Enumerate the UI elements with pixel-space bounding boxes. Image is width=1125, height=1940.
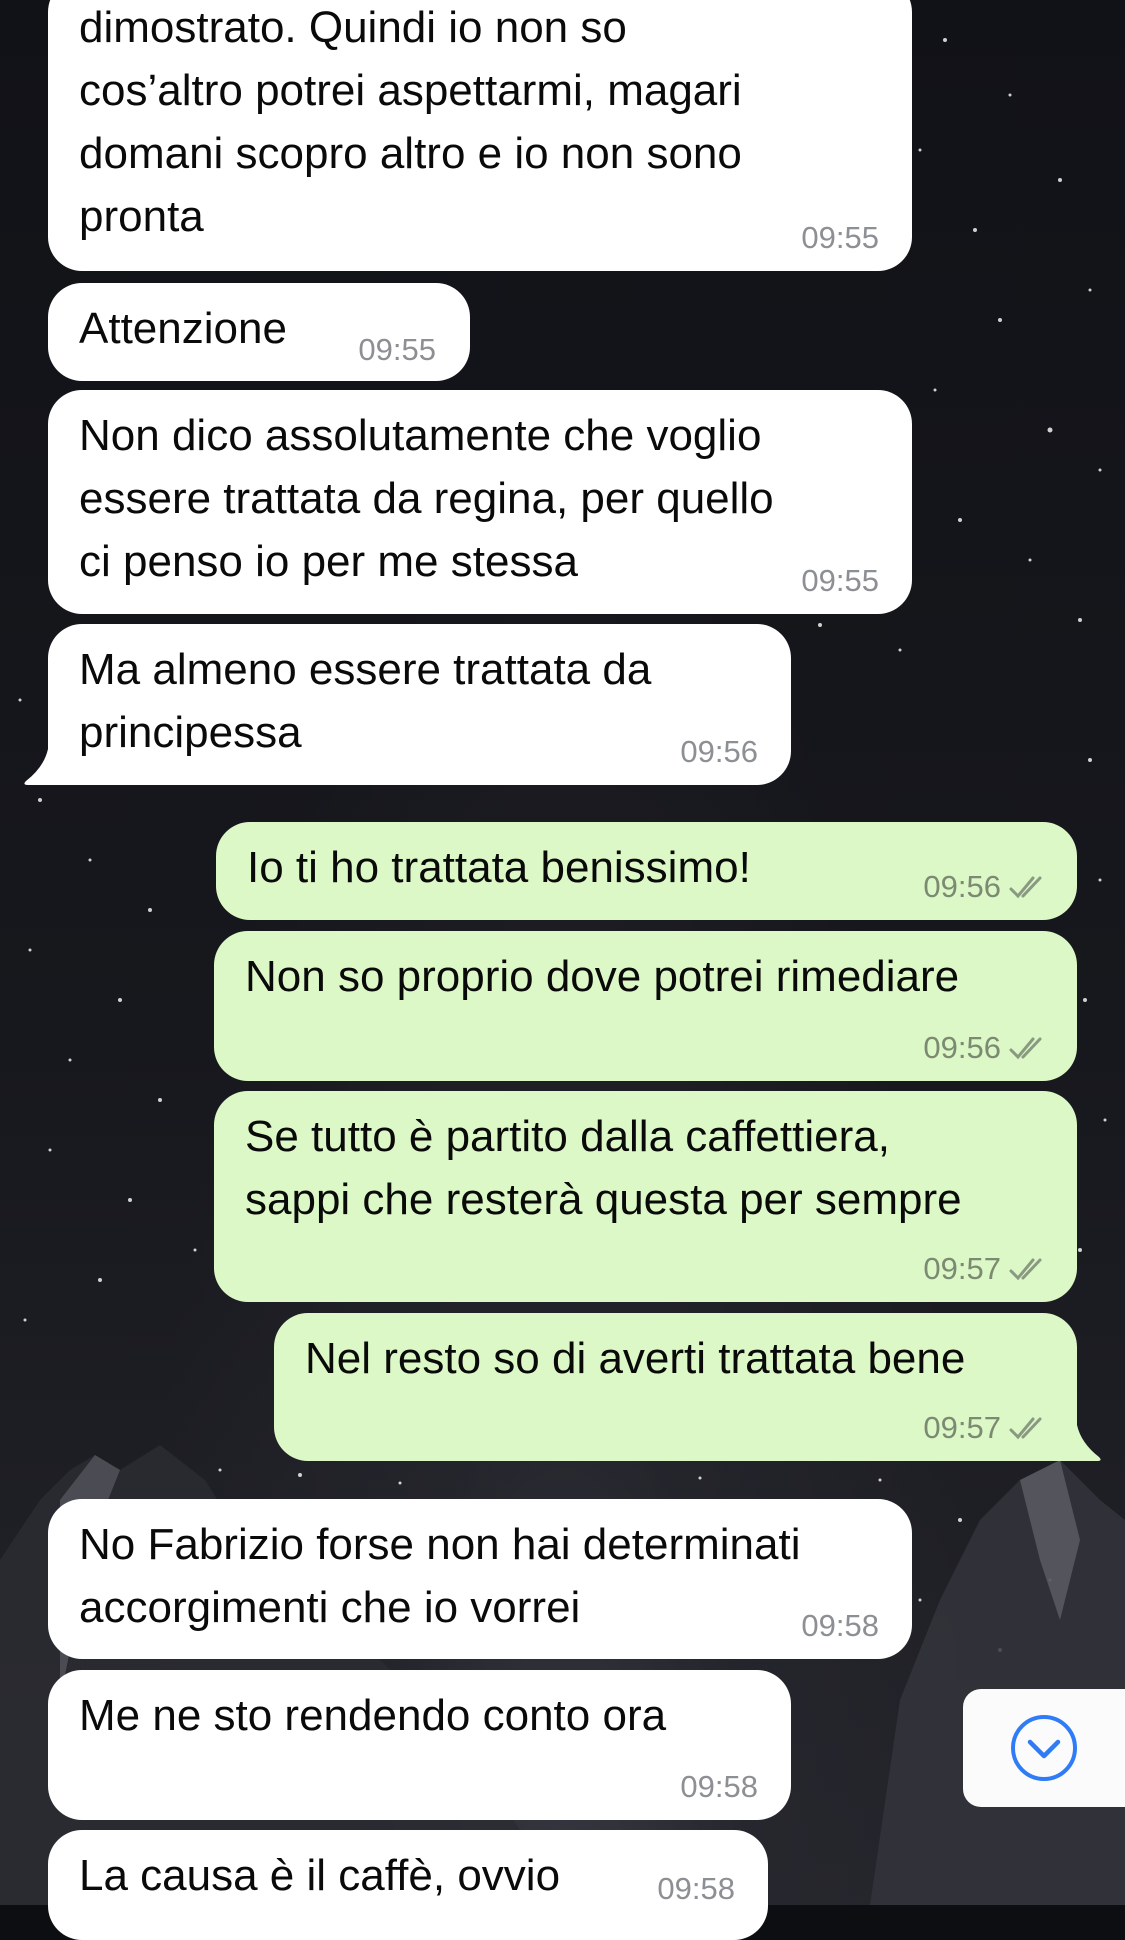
chevron-down-icon [1011, 1715, 1077, 1781]
message-timestamp: 09:55 [801, 220, 879, 255]
message-text: Non so proprio dove potrei rimediare [245, 952, 960, 1001]
message-bubble-outgoing[interactable]: Io ti ho trattata benissimo! 09:56 [216, 822, 1077, 920]
message-text: Non dico assolutamente che voglio essere… [79, 411, 774, 586]
message-bubble-incoming[interactable]: Non dico assolutamente che voglio essere… [48, 390, 912, 614]
message-bubble-outgoing[interactable]: Se tutto è partito dalla caffettiera, sa… [214, 1091, 1077, 1302]
message-text: Me ne sto rendendo conto ora [79, 1691, 667, 1740]
message-timestamp: 09:58 [801, 1608, 879, 1643]
message-bubble-incoming[interactable]: Attenzione 09:55 [48, 283, 470, 381]
message-bubble-incoming[interactable]: dimostrato. Quindi io non so cos’altro p… [48, 0, 912, 271]
message-bubble-outgoing[interactable]: Nel resto so di averti trattata bene 09:… [274, 1313, 1077, 1461]
message-timestamp: 09:56 [923, 1031, 1049, 1065]
message-bubble-incoming[interactable]: No Fabrizio forse non hai determinati ac… [48, 1499, 912, 1659]
message-text: La causa è il caffè, ovvio [79, 1851, 561, 1900]
scroll-to-bottom-button[interactable] [963, 1689, 1125, 1807]
message-timestamp: 09:58 [680, 1769, 758, 1804]
read-receipt-icon [1009, 1258, 1042, 1281]
message-bubble-incoming[interactable]: La causa è il caffè, ovvio 09:58 [48, 1830, 768, 1940]
bubble-tail-incoming [24, 749, 62, 785]
read-receipt-icon [1009, 876, 1042, 899]
message-bubble-incoming[interactable]: Me ne sto rendendo conto ora 09:58 [48, 1670, 791, 1820]
message-bubble-incoming[interactable]: Ma almeno essere trattata da principessa… [48, 624, 791, 785]
message-text: Ma almeno essere trattata da principessa [79, 645, 652, 757]
message-text: Se tutto è partito dalla caffettiera, sa… [245, 1112, 962, 1224]
read-receipt-icon [1009, 1417, 1042, 1440]
message-timestamp: 09:57 [923, 1411, 1049, 1445]
message-text: No Fabrizio forse non hai determinati ac… [79, 1520, 801, 1632]
message-timestamp: 09:56 [923, 870, 1049, 904]
message-timestamp: 09:56 [680, 734, 758, 769]
read-receipt-icon [1009, 1037, 1042, 1060]
message-bubble-outgoing[interactable]: Non so proprio dove potrei rimediare 09:… [214, 931, 1077, 1081]
message-timestamp: 09:55 [358, 332, 436, 367]
message-text: dimostrato. Quindi io non so cos’altro p… [79, 3, 742, 241]
bubble-tail-outgoing [1063, 1425, 1101, 1461]
message-timestamp: 09:58 [657, 1871, 735, 1906]
message-timestamp: 09:55 [801, 563, 879, 598]
message-text: Nel resto so di averti trattata bene [305, 1334, 966, 1383]
message-timestamp: 09:57 [923, 1252, 1049, 1286]
